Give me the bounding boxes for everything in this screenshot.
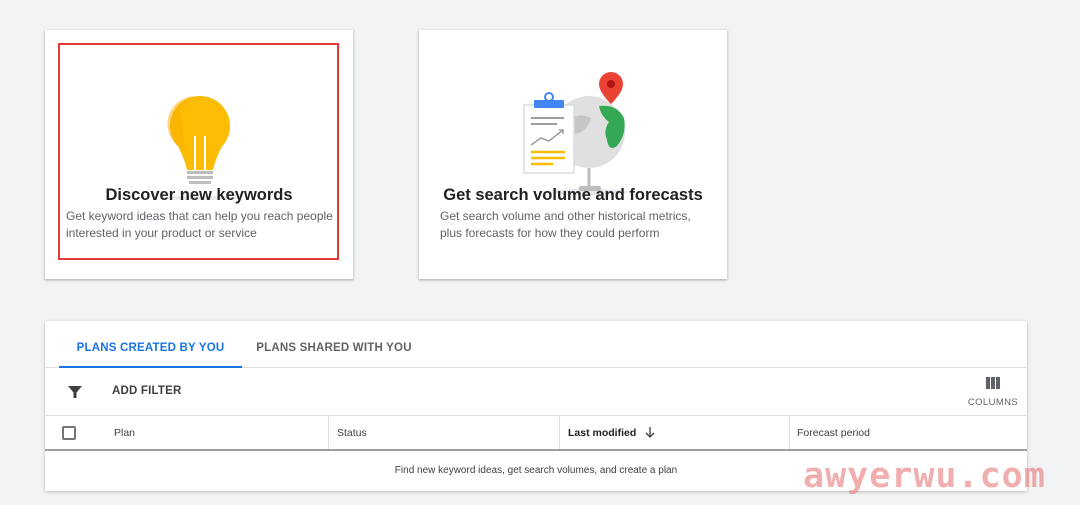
plans-tabs: PLANS CREATED BY YOU PLANS SHARED WITH Y… <box>45 321 1027 368</box>
filter-toolbar: ADD FILTER COLUMNS <box>45 368 1027 416</box>
add-filter-button[interactable]: ADD FILTER <box>112 385 182 397</box>
columns-icon <box>986 377 1000 389</box>
table-header: Plan Status Last modified Forecast perio… <box>45 416 1027 451</box>
card-title: Discover new keywords <box>105 186 293 204</box>
arrow-down-icon <box>645 427 655 439</box>
select-all-checkbox[interactable] <box>62 426 76 440</box>
search-volume-forecasts-card[interactable]: Get search volume and forecasts Get sear… <box>419 30 727 279</box>
tab-plans-created-by-you[interactable]: PLANS CREATED BY YOU <box>59 321 242 368</box>
column-header-forecast-period[interactable]: Forecast period <box>789 416 1027 449</box>
select-all-cell <box>45 416 98 449</box>
columns-label: COLUMNS <box>967 397 1019 408</box>
discover-keywords-card[interactable]: Discover new keywords Get keyword ideas … <box>45 30 353 279</box>
columns-button[interactable]: COLUMNS <box>965 376 1021 408</box>
tab-plans-shared-with-you[interactable]: PLANS SHARED WITH YOU <box>242 321 426 368</box>
card-title: Get search volume and forecasts <box>443 186 703 204</box>
card-description: Get search volume and other historical m… <box>440 209 691 240</box>
clipboard-globe-icon <box>523 72 629 195</box>
column-header-plan[interactable]: Plan <box>98 416 328 449</box>
card-description: Get keyword ideas that can help you reac… <box>66 209 333 240</box>
lightbulb-icon <box>158 96 242 200</box>
filter-icon[interactable] <box>67 384 83 400</box>
watermark: awyerwu.com <box>803 456 1046 496</box>
column-header-status[interactable]: Status <box>328 416 559 449</box>
column-header-last-modified[interactable]: Last modified <box>559 416 789 449</box>
column-header-label: Last modified <box>568 427 637 439</box>
